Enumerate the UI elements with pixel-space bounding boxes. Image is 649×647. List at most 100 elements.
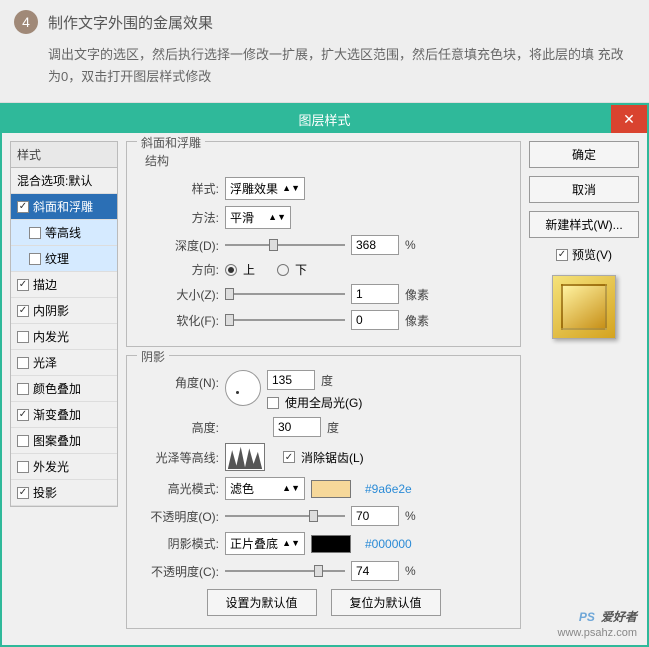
altitude-label: 高度: [137,419,219,436]
method-label: 方法: [137,209,219,226]
antialias-label: 消除锯齿(L) [301,449,364,466]
sidebar-item-label: 斜面和浮雕 [33,198,93,215]
angle-input[interactable]: 135 [267,370,315,390]
gloss-contour-picker[interactable] [225,443,265,471]
close-button[interactable]: ✕ [611,105,647,133]
sidebar-item-bevel[interactable]: 斜面和浮雕 [11,194,117,220]
contour-icon [227,445,263,469]
select-value: 浮雕效果 [230,180,278,197]
checkbox-icon[interactable] [17,305,29,317]
preview-toggle[interactable]: 预览(V) [556,246,612,263]
antialias-checkbox[interactable] [283,451,295,463]
layer-style-dialog: 图层样式 ✕ 样式 混合选项:默认 斜面和浮雕 等高线 纹理 描边 内阴影 内发… [0,103,649,647]
cancel-button[interactable]: 取消 [529,176,639,203]
highlight-mode-label: 高光模式: [137,480,219,497]
unit-percent: % [405,509,416,523]
depth-label: 深度(D): [137,237,219,254]
size-slider[interactable] [225,287,345,301]
chevron-updown-icon: ▲▼ [282,185,300,192]
sidebar-blend-options[interactable]: 混合选项:默认 [11,168,117,194]
highlight-hex: #9a6e2e [365,482,412,496]
shadow-opacity-input[interactable]: 74 [351,561,399,581]
sidebar-item-inner-glow[interactable]: 内发光 [11,324,117,350]
make-default-button[interactable]: 设置为默认值 [207,589,317,616]
chevron-updown-icon: ▲▼ [282,485,300,492]
highlight-color-swatch[interactable] [311,480,351,498]
angle-dial[interactable] [225,370,261,406]
checkbox-icon[interactable] [17,279,29,291]
unit-deg: 度 [321,372,333,389]
sidebar-item-satin[interactable]: 光泽 [11,350,117,376]
right-panel: 确定 取消 新建样式(W)... 预览(V) [529,141,639,339]
checkbox-icon[interactable] [17,331,29,343]
shadow-opacity-slider[interactable] [225,564,345,578]
checkbox-icon[interactable] [29,253,41,265]
ok-button[interactable]: 确定 [529,141,639,168]
sidebar-item-color-overlay[interactable]: 颜色叠加 [11,376,117,402]
checkbox-icon[interactable] [17,201,29,213]
sidebar-item-pattern-overlay[interactable]: 图案叠加 [11,428,117,454]
reset-default-button[interactable]: 复位为默认值 [331,589,441,616]
shadow-opacity-label: 不透明度(C): [137,563,219,580]
shadow-color-swatch[interactable] [311,535,351,553]
highlight-opacity-slider[interactable] [225,509,345,523]
shadow-hex: #000000 [365,537,412,551]
size-input[interactable]: 1 [351,284,399,304]
soften-input[interactable]: 0 [351,310,399,330]
sidebar-item-inner-shadow[interactable]: 内阴影 [11,298,117,324]
checkbox-icon[interactable] [17,487,29,499]
sidebar-item-label: 等高线 [45,224,81,241]
unit-percent: % [405,238,416,252]
checkbox-icon[interactable] [29,227,41,239]
method-select[interactable]: 平滑▲▼ [225,206,291,229]
sidebar-item-stroke[interactable]: 描边 [11,272,117,298]
style-label: 样式: [137,180,219,197]
group-legend: 斜面和浮雕 [137,134,205,151]
angle-label: 角度(N): [137,370,219,391]
sidebar-item-label: 图案叠加 [33,432,81,449]
highlight-mode-select[interactable]: 滤色▲▼ [225,477,305,500]
soften-slider[interactable] [225,313,345,327]
step-description: 调出文字的选区，然后执行选择一修改一扩展，扩大选区范围，然后任意填充色块，将此层… [48,44,635,88]
checkbox-icon[interactable] [17,461,29,473]
sidebar-item-label: 纹理 [45,250,69,267]
preview-thumbnail [552,275,616,339]
chevron-updown-icon: ▲▼ [268,214,286,221]
depth-slider[interactable] [225,238,345,252]
direction-label: 方向: [137,261,219,278]
sidebar-item-label: 投影 [33,484,57,501]
step-badge: 4 [14,10,38,34]
unit-percent: % [405,564,416,578]
radio-label: 上 [243,261,255,278]
shade-group: 阴影 角度(N): 135 度 使用全局光(G) [126,355,521,629]
global-light-checkbox[interactable] [267,397,279,409]
direction-up-radio[interactable] [225,264,237,276]
tutorial-header: 4 制作文字外围的金属效果 调出文字的选区，然后执行选择一修改一扩展，扩大选区范… [0,0,649,103]
sidebar-item-gradient-overlay[interactable]: 渐变叠加 [11,402,117,428]
global-light-label: 使用全局光(G) [285,394,362,411]
gloss-contour-label: 光泽等高线: [137,449,219,466]
checkbox-icon[interactable] [17,383,29,395]
new-style-button[interactable]: 新建样式(W)... [529,211,639,238]
direction-down-radio[interactable] [277,264,289,276]
unit-px: 像素 [405,312,429,329]
depth-input[interactable]: 368 [351,235,399,255]
sidebar-item-drop-shadow[interactable]: 投影 [11,480,117,506]
sidebar-item-contour[interactable]: 等高线 [11,220,117,246]
select-value: 正片叠底 [230,535,278,552]
sidebar-item-label: 内阴影 [33,302,69,319]
checkbox-icon[interactable] [17,357,29,369]
sidebar-item-outer-glow[interactable]: 外发光 [11,454,117,480]
checkbox-icon[interactable] [17,409,29,421]
checkbox-icon[interactable] [17,435,29,447]
bevel-group: 斜面和浮雕 结构 样式: 浮雕效果▲▼ 方法: 平滑▲▼ 深度(D): 368 … [126,141,521,347]
settings-panel: 斜面和浮雕 结构 样式: 浮雕效果▲▼ 方法: 平滑▲▼ 深度(D): 368 … [126,141,521,637]
highlight-opacity-input[interactable]: 70 [351,506,399,526]
style-select[interactable]: 浮雕效果 ▲▼ [225,177,305,200]
sidebar-item-label: 渐变叠加 [33,406,81,423]
sidebar-item-texture[interactable]: 纹理 [11,246,117,272]
shadow-mode-select[interactable]: 正片叠底▲▼ [225,532,305,555]
altitude-input[interactable]: 30 [273,417,321,437]
size-label: 大小(Z): [137,286,219,303]
sidebar-header: 样式 [10,141,118,168]
